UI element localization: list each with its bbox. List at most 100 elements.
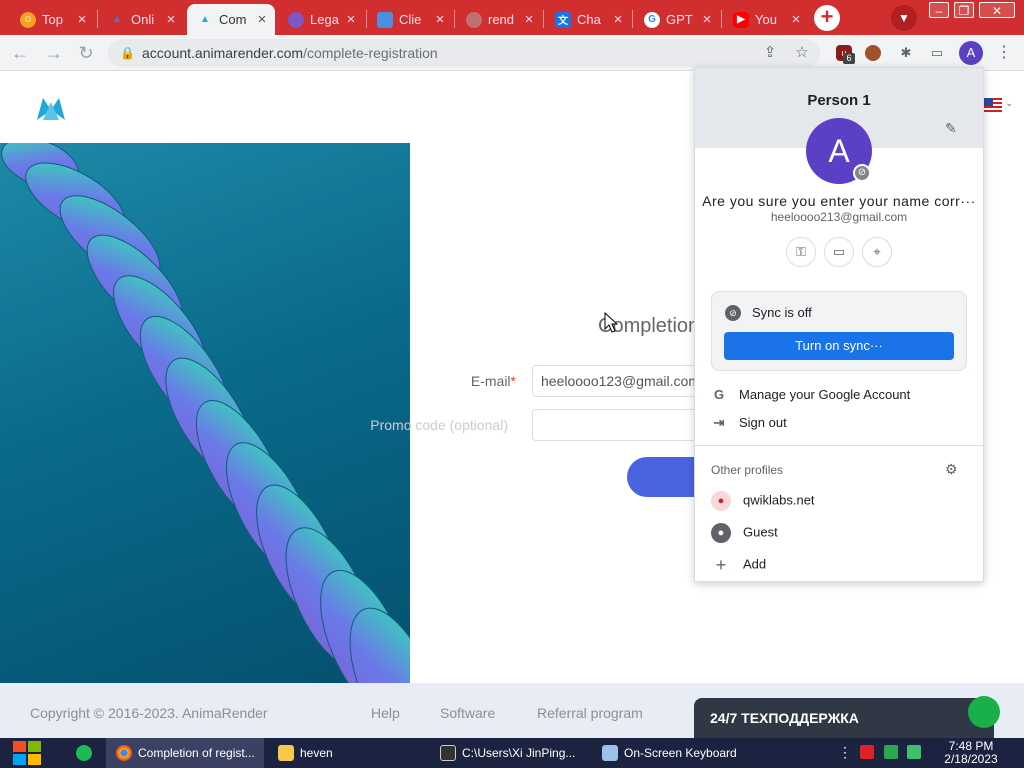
address-bar[interactable]: 🔒 account.animarender.com/complete-regis… — [108, 39, 820, 67]
close-icon[interactable]: × — [611, 12, 625, 27]
profile-email: heeloooo213@gmail.com — [770, 210, 908, 224]
tab-5[interactable]: rend × — [456, 4, 542, 35]
tab-title: Lega — [310, 12, 339, 27]
add-profile-item[interactable]: + Add — [711, 555, 766, 575]
gear-icon[interactable]: ⚙ — [945, 461, 958, 478]
tab-search-button[interactable]: ▼ — [891, 5, 917, 31]
url-domain: account.animarender.com — [142, 45, 304, 61]
taskbar-folder[interactable]: heven — [268, 738, 424, 768]
animarender-icon: ▲ — [112, 14, 122, 25]
tray-overflow-icon[interactable]: ⋮ — [838, 745, 852, 759]
back-button[interactable]: ← — [10, 43, 30, 63]
square-icon — [377, 11, 393, 28]
key-icon[interactable]: ⚿ — [786, 237, 816, 267]
copyright-text: Copyright © 2016-2023. AnimaRender — [30, 705, 268, 721]
sync-off-badge-icon: ⊘ — [853, 164, 871, 182]
close-window-button[interactable]: ✕ — [979, 2, 1015, 18]
close-icon[interactable]: × — [700, 12, 714, 27]
manage-account-item[interactable]: G Manage your Google Account — [711, 387, 910, 402]
footer-referral-link[interactable]: Referral program — [537, 705, 643, 721]
mouse-cursor-icon — [604, 312, 619, 333]
flag-tray-icon[interactable] — [860, 745, 874, 759]
chrome-icon — [116, 745, 132, 761]
windows-start-icon[interactable] — [12, 740, 42, 766]
side-panel-icon[interactable]: ▭ — [927, 43, 947, 63]
tab-2-active[interactable]: ▲ Com × — [187, 4, 275, 35]
profile-item-guest[interactable]: ● Guest — [711, 523, 778, 543]
profile-item-qwiklabs[interactable]: ● qwiklabs.net — [711, 491, 815, 511]
chevron-down-icon[interactable]: ⌄ — [1005, 98, 1013, 109]
tab-title: Onli — [131, 12, 155, 27]
sign-out-item[interactable]: ⇥ Sign out — [711, 415, 787, 431]
sync-status: Sync is off — [752, 305, 812, 320]
taskbar-cmd[interactable]: C:\Users\Xi JinPing... — [430, 738, 590, 768]
spotify-icon — [76, 745, 92, 761]
network-tray-icon[interactable] — [884, 745, 898, 759]
extension-badge: 6 — [843, 53, 855, 64]
tab-6[interactable]: 文 Cha × — [545, 4, 631, 35]
taskbar-chrome[interactable]: Completion of regist... — [106, 738, 264, 768]
edit-pencil-icon[interactable]: ✎ — [945, 120, 957, 137]
lock-icon[interactable]: 🔒 — [120, 46, 135, 60]
support-chat-button[interactable]: 24/7 ТЕХПОДДЕРЖКА — [694, 696, 1000, 738]
tab-0[interactable]: ☺ Top × — [10, 4, 95, 35]
taskbar-keyboard[interactable]: On-Screen Keyboard — [592, 738, 750, 768]
share-icon[interactable]: ⇪ — [760, 43, 780, 63]
minimize-button[interactable]: – — [929, 2, 949, 18]
card-icon[interactable]: ▭ — [824, 237, 854, 267]
close-icon[interactable]: × — [75, 12, 89, 27]
us-flag-icon[interactable] — [984, 98, 1002, 114]
tab-4[interactable]: Clie × — [367, 4, 453, 35]
loading-icon — [466, 11, 482, 28]
extensions-puzzle-icon[interactable]: ✱ — [896, 43, 916, 63]
tab-title: GPT — [666, 12, 693, 27]
tab-8[interactable]: ▶ You × — [723, 4, 809, 35]
footer-software-link[interactable]: Software — [440, 705, 495, 721]
new-tab-button[interactable]: + — [814, 5, 840, 31]
google-icon: G — [713, 387, 725, 402]
forward-button[interactable]: → — [44, 43, 64, 63]
tab-strip: ☺ Top × ▲ Onli × ▲ Com × Lega × Clie × r… — [0, 0, 1024, 35]
other-profiles-label: Other profiles — [711, 463, 784, 477]
person-icon: ● — [711, 491, 731, 511]
tab-1[interactable]: ▲ Onli × — [99, 4, 184, 35]
tab-title: You — [755, 12, 777, 27]
email-label: E-mail* — [470, 373, 516, 389]
email-field[interactable]: heeloooo123@gmail.com — [532, 365, 702, 397]
terminal-icon — [440, 745, 456, 761]
close-icon[interactable]: × — [344, 12, 358, 27]
tab-title: Com — [219, 12, 247, 27]
profile-button[interactable]: A — [959, 41, 983, 65]
turn-on-sync-button[interactable]: Turn on sync··· — [724, 332, 954, 360]
profile-name: Person 1 — [807, 92, 871, 109]
youtube-icon: ▶ — [733, 11, 749, 28]
location-icon[interactable]: ⌖ — [862, 237, 892, 267]
tab-3[interactable]: Lega × — [278, 4, 364, 35]
footer-help-link[interactable]: Help — [371, 705, 400, 721]
tab-7[interactable]: G GPT × — [634, 4, 720, 35]
avatar-extension-icon[interactable] — [865, 45, 881, 61]
close-icon[interactable]: × — [789, 12, 803, 27]
chrome-menu-icon[interactable]: ⋮ — [996, 43, 1012, 63]
promo-code-field[interactable] — [532, 409, 702, 441]
plus-icon: + — [715, 555, 727, 575]
bookmark-star-icon[interactable]: ☆ — [792, 43, 812, 63]
volume-tray-icon[interactable] — [907, 745, 921, 759]
profile-full-name: Are you sure you enter your name corr··· — [702, 193, 976, 209]
close-icon[interactable]: × — [433, 12, 447, 27]
restore-button[interactable]: ❐ — [954, 2, 974, 18]
taskbar-clock[interactable]: 7:48 PM 2/18/2023 — [940, 740, 1002, 766]
close-icon[interactable]: × — [255, 12, 269, 27]
translate-icon: 文 — [555, 11, 571, 28]
spotify-taskbar-icon[interactable] — [66, 738, 102, 768]
animarender-icon: ▲ — [200, 14, 210, 25]
close-icon[interactable]: × — [164, 12, 178, 27]
windows-taskbar: Completion of regist... heven C:\Users\X… — [0, 738, 1024, 768]
reload-button[interactable]: ↻ — [76, 43, 96, 63]
tab-title: Top — [42, 12, 63, 27]
animarender-logo[interactable] — [35, 92, 67, 122]
sync-panel: ⊘ Sync is off Turn on sync··· — [711, 291, 967, 371]
close-icon[interactable]: × — [522, 12, 536, 27]
promo-label: Promo code (optional) — [370, 417, 508, 433]
keyboard-icon — [602, 745, 618, 761]
